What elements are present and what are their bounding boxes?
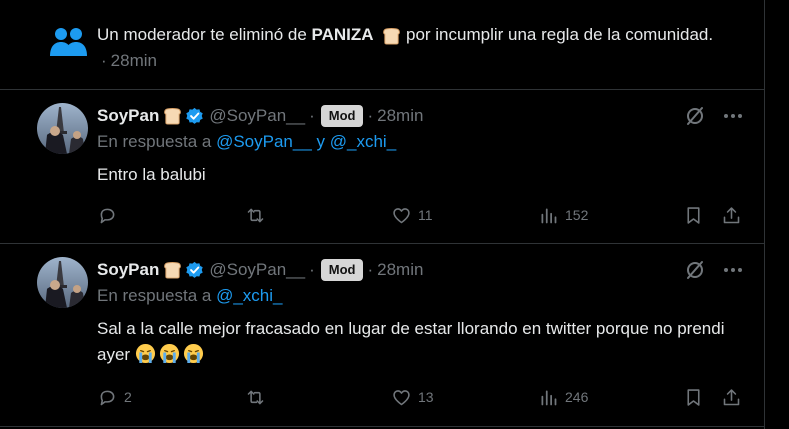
like-button[interactable]: 13 (391, 385, 434, 409)
mod-badge: Mod (320, 105, 364, 127)
user-handle[interactable]: @SoyPan__ (209, 106, 305, 126)
retweet-icon (247, 208, 264, 222)
heart-icon (393, 389, 410, 405)
tweet-text: Entro la balubi (97, 165, 206, 184)
bookmark-button[interactable] (683, 203, 704, 227)
reply-count: 2 (124, 389, 132, 405)
like-count: 11 (418, 207, 433, 223)
analytics-icon (541, 208, 557, 223)
reply-context: En respuesta a @SoyPan__ y @_xchi_ (97, 132, 396, 152)
like-button[interactable]: 11 (391, 203, 433, 227)
reply-button[interactable] (97, 203, 124, 227)
tweet-header: SoyPan @SoyPan__ · Mod · 28min (97, 104, 423, 128)
reply-and: y (311, 132, 330, 151)
bookmark-button[interactable] (683, 385, 704, 409)
reply-mention-1[interactable]: @SoyPan__ (216, 132, 312, 151)
avatar[interactable] (37, 257, 88, 308)
bread-emoji-icon (164, 262, 182, 279)
tweet-top-actions (669, 258, 745, 282)
like-count: 13 (418, 389, 434, 405)
notice-suffix: por incumplir una regla de la comunidad. (401, 25, 714, 44)
user-handle[interactable]: @SoyPan__ (209, 260, 305, 280)
crying-face-emoji-icon (135, 343, 155, 364)
community-name[interactable]: PANIZA (312, 25, 374, 44)
crying-face-emoji-icon (183, 343, 203, 364)
share-icon (723, 388, 740, 405)
tweet[interactable]: SoyPan @SoyPan__ · Mod · 28min En respue… (0, 244, 765, 427)
heart-icon (393, 207, 410, 223)
tweet[interactable]: SoyPan @SoyPan__ · Mod · 28min En respue… (0, 90, 765, 244)
tweet-time[interactable]: 28min (377, 260, 423, 280)
avatar[interactable] (37, 103, 88, 154)
more-options-icon[interactable] (721, 104, 745, 128)
hide-reply-icon[interactable] (683, 258, 707, 282)
more-options-icon[interactable] (721, 258, 745, 282)
share-icon (723, 206, 740, 223)
share-button[interactable] (721, 203, 742, 227)
views-button[interactable]: 246 (538, 385, 588, 409)
hide-reply-icon[interactable] (683, 104, 707, 128)
reply-icon (100, 208, 115, 223)
view-count: 246 (565, 389, 589, 405)
verified-badge-icon (186, 107, 204, 124)
separator-dot: · (309, 106, 315, 125)
reply-icon (100, 390, 115, 405)
reply-mention-2[interactable]: @_xchi_ (330, 132, 396, 151)
bread-emoji-icon (383, 27, 401, 45)
retweet-button[interactable] (245, 385, 272, 409)
reply-mention-1[interactable]: @_xchi_ (216, 286, 282, 305)
bookmark-icon (687, 206, 700, 224)
timeline-column: Un moderador te eliminó de PANIZA por in… (0, 0, 765, 429)
separator-dot: · (367, 260, 374, 279)
display-name[interactable]: SoyPan (97, 106, 159, 126)
tweet-top-actions (669, 104, 745, 128)
separator-dot: · (367, 106, 374, 125)
community-icon (50, 28, 87, 56)
notice-text: Un moderador te eliminó de PANIZA por in… (97, 22, 737, 74)
separator-dot: · (101, 51, 107, 70)
analytics-icon (541, 390, 557, 405)
views-button[interactable]: 152 (538, 203, 588, 227)
verified-badge-icon (186, 261, 204, 278)
crying-face-emoji-icon (159, 343, 179, 364)
separator-dot: · (309, 260, 315, 279)
tweet-header: SoyPan @SoyPan__ · Mod · 28min (97, 258, 423, 282)
share-button[interactable] (721, 385, 742, 409)
moderation-notice[interactable]: Un moderador te eliminó de PANIZA por in… (0, 0, 765, 90)
tweet-time[interactable]: 28min (377, 106, 423, 126)
tweet-actions: 2 13 246 (97, 385, 747, 409)
retweet-button[interactable] (245, 203, 272, 227)
tweet-actions: 11 152 (97, 203, 747, 227)
reply-prefix: En respuesta a (97, 132, 217, 151)
view-count: 152 (565, 207, 589, 223)
display-name[interactable]: SoyPan (97, 260, 159, 280)
bookmark-icon (687, 388, 700, 406)
reply-prefix: En respuesta a (97, 286, 217, 305)
tweet-text: Sal a la calle mejor fracasado en lugar … (97, 316, 737, 368)
bread-emoji-icon (164, 108, 182, 125)
notice-time: 28min (110, 51, 157, 70)
mod-badge: Mod (320, 259, 364, 281)
notice-prefix: Un moderador te eliminó de (97, 25, 312, 44)
retweet-icon (247, 390, 264, 404)
reply-context: En respuesta a @_xchi_ (97, 286, 282, 306)
reply-button[interactable]: 2 (97, 385, 132, 409)
